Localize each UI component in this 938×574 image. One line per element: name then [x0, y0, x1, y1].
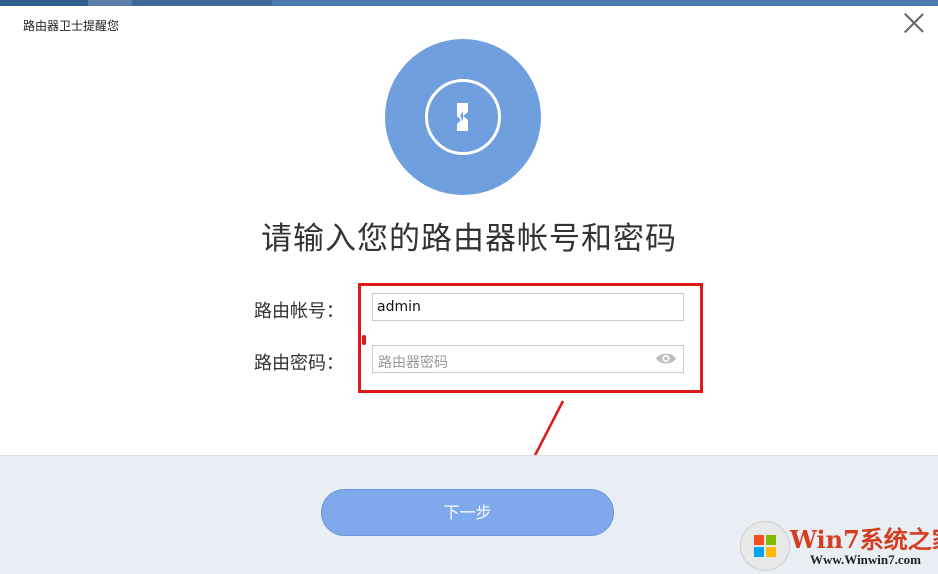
highlight-mark — [362, 335, 366, 345]
watermark-url: Www.Winwin7.com — [810, 552, 921, 567]
watermark-brand: Win7系统之家 — [790, 525, 938, 554]
site-watermark: Win7系统之家 Www.Winwin7.com — [740, 518, 938, 573]
password-label: 路由密码： — [254, 353, 344, 374]
keyhole-icon — [457, 103, 468, 131]
close-icon[interactable] — [903, 12, 925, 34]
dialog-title: 路由器卫士提醒您 — [23, 19, 120, 33]
account-label: 路由帐号： — [254, 301, 344, 322]
router-guard-avatar — [385, 39, 541, 195]
next-step-button[interactable]: 下一步 — [321, 489, 614, 536]
page-heading: 请输入您的路由器帐号和密码 — [261, 221, 677, 257]
windows-logo-icon — [740, 521, 790, 571]
highlight-box — [358, 283, 703, 393]
